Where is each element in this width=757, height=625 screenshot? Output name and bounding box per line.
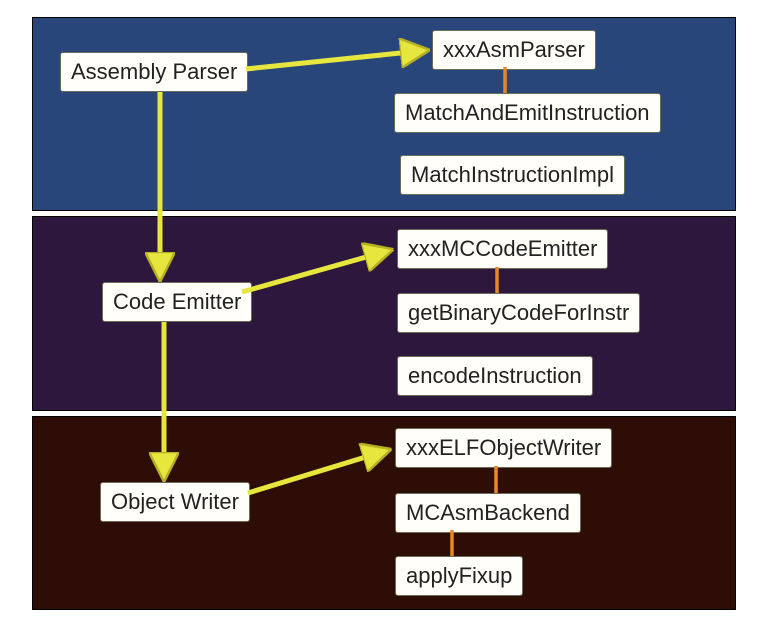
node-applyfixup: applyFixup xyxy=(395,556,523,596)
node-assembly-parser: Assembly Parser xyxy=(60,52,248,92)
node-getbinarycodeforinstr: getBinaryCodeForInstr xyxy=(397,293,640,333)
node-object-writer: Object Writer xyxy=(100,482,250,522)
node-xxxmccodeemitter: xxxMCCodeEmitter xyxy=(397,229,608,269)
node-xxxelfobjectwriter: xxxELFObjectWriter xyxy=(395,428,612,468)
node-matchinstructionimpl: MatchInstructionImpl xyxy=(400,155,625,195)
node-matchandemitinstruction: MatchAndEmitInstruction xyxy=(394,93,661,133)
node-mcasmbackend: MCAsmBackend xyxy=(395,493,581,533)
node-code-emitter: Code Emitter xyxy=(102,282,252,322)
node-encodeinstruction: encodeInstruction xyxy=(397,356,593,396)
node-xxxasmparser: xxxAsmParser xyxy=(432,30,596,70)
